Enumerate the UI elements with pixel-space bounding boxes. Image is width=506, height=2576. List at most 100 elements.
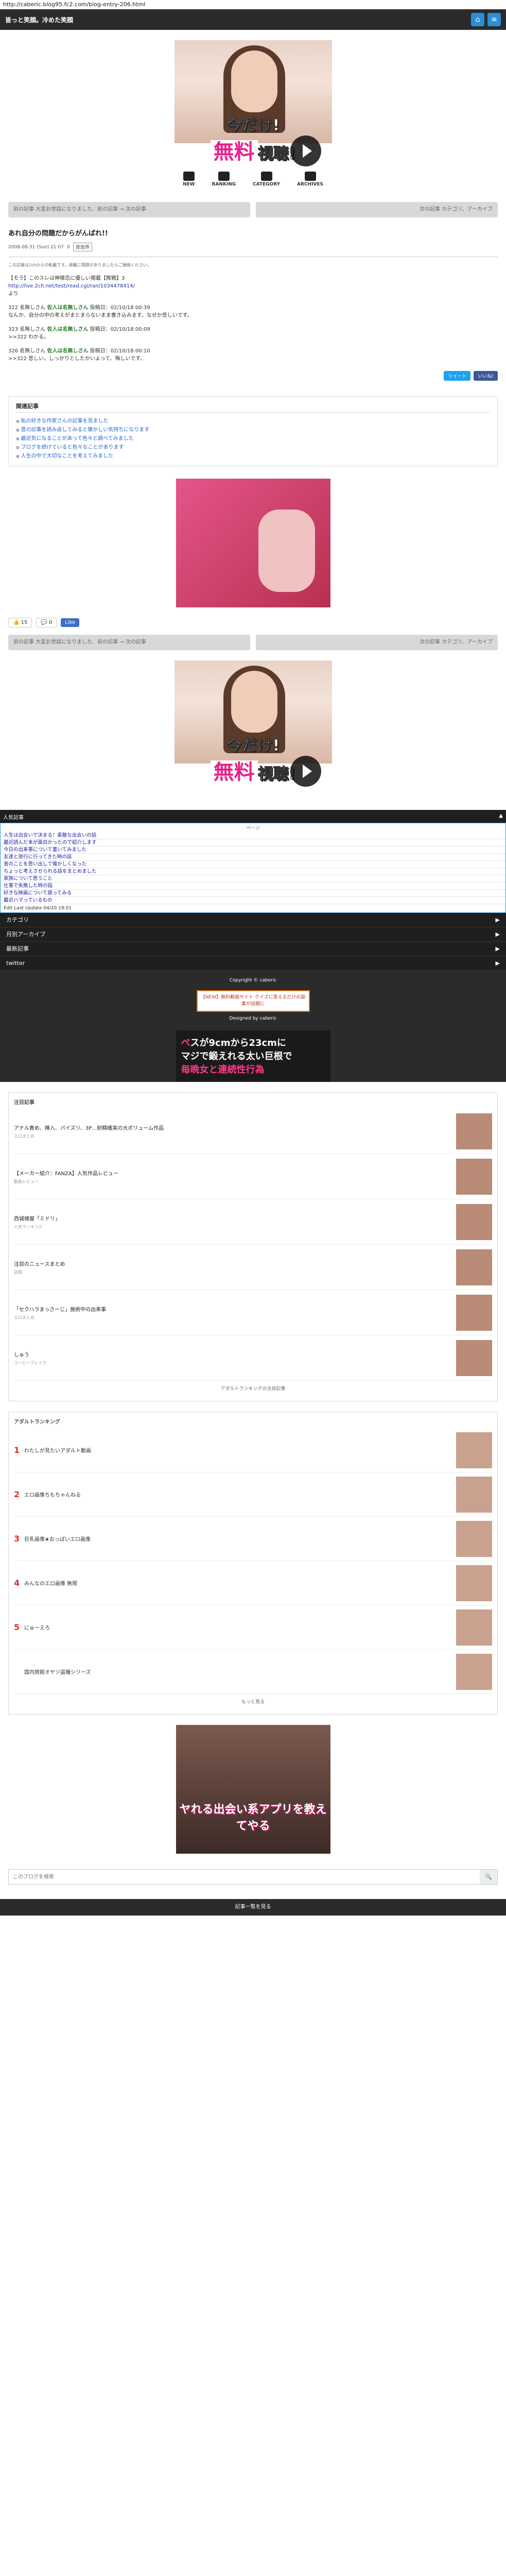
second-banner[interactable]: 今だけ! 無料 視聴! [174,660,332,794]
bottom-bar[interactable]: 記事一覧を見る [0,1899,506,1916]
blog-title[interactable]: 皆っと笑顔。冷めた笑顔 [5,15,468,24]
search-input[interactable] [9,1870,480,1884]
related-posts: 関連記事 私の好きな作家さんの記事を見ました 昔の記事を読み返してみると懐かしい… [8,396,498,466]
up-icon[interactable]: ▲ [499,813,503,821]
ranking-icon[interactable]: RANKING [212,172,236,187]
thumbnail [456,1432,492,1468]
footer: Copyright © caberic 【NEW】無料動画サイト クイズに答える… [0,971,506,1082]
article-meta: 2008-08-31 (Sun) 21:07 0 寄席界 [8,243,498,251]
rank-page[interactable]: ページ [1,823,505,832]
featured-item[interactable]: 「セクハラまっさーじ」施術中の出来事 エロまとめ [14,1290,492,1335]
top-banner[interactable]: 今だけ! 無料 視聴! NEW RANKING CATEGORY ARCHIVES [174,40,332,195]
share-buttons: ツイート いいね! [8,371,498,381]
source-link[interactable]: http://live.2ch.net/test/read.cgi/ran/10… [8,283,135,289]
footer-ad-1[interactable]: 【NEW】無料動画サイト クイズに答えるだけの副業が話題に [196,990,310,1012]
post-item: 322 名無しさん 佐人は名無しさん 投稿日：02/10/18 00:39 なん… [8,305,193,318]
rank-item[interactable]: 昔のことを思い出して懐かしくなった [1,861,505,868]
featured-item[interactable]: 注目のニュースまとめ 話題 [14,1245,492,1290]
designed-by: Designed by caberic [229,1016,277,1021]
category-icon[interactable]: CATEGORY [253,172,280,187]
home-icon[interactable]: ⌂ [471,13,484,26]
featured-title: 注目記事 [14,1100,34,1106]
next-post-button[interactable]: 次の記事 カテゴリ、アーカイブ [256,202,498,217]
menu-item-archive[interactable]: 月別アーカイブ ▶ [0,927,506,942]
new-icon[interactable]: NEW [183,172,195,187]
next-post-button[interactable]: 次の記事 カテゴリ、アーカイブ [256,635,498,650]
thumbnail [456,1565,492,1601]
menu-icon[interactable]: ≡ [487,13,501,26]
promo-image [258,510,315,592]
facebook-like-button[interactable]: いいね! [474,371,498,381]
rank-item[interactable]: ちょっと考えさせられる話をまとめました [1,868,505,875]
thumbnail [456,1520,492,1557]
rank-list: ページ 人生は出会いで決まる！素敵な出会いの話 最近読んだ本が面白かったので紹介… [0,823,506,913]
thumbnail [456,1249,492,1285]
featured-item[interactable]: 【メーカー紹介：FANZA】人気作品レビュー 動画レビュー [14,1154,492,1199]
copyright: Copyright © caberic [229,978,277,983]
menu-item-twitter[interactable]: twitter ▶ [0,956,506,971]
rank-item[interactable]: 最近ハマっているもの [1,897,505,904]
play-icon[interactable] [290,756,321,787]
ranking-item[interactable]: 5 にゅーえろ [14,1605,492,1650]
ranking-section: アダルトランキング 1 わたしが見たいアダルト動画 2 エロ画像ちもちゃんねる 3巨… [8,1412,498,1715]
ranking-item[interactable]: 国内旅館オヤジ盗撮シリーズ [14,1650,492,1694]
footer-menu: カテゴリ ▶ 月別アーカイブ ▶ 最新記事 ▶ twitter ▶ [0,913,506,971]
thumbnail [456,1158,492,1195]
post-item: 326 名無しさん 佐人は名無しさん 投稿日：02/10/18 00:10 >>… [8,348,150,362]
url-bar: http://caberic.blog95.fc2.com/blog-entry… [0,0,506,9]
like-count-button[interactable]: 👍 15 [8,618,32,628]
bottom-ad[interactable]: ヤれる出会い系アプリを教えてやる [176,1725,330,1854]
related-item[interactable]: 人生の中で大切なことを考えてみました [16,452,490,461]
bottom-ad-text: ヤれる出会い系アプリを教えてやる [179,1803,327,1833]
featured-item[interactable]: 西城様屋「ミドリ」 人気ランキング [14,1199,492,1245]
ranking-more-link[interactable]: もっと見る [14,1694,492,1709]
rank-header: 人気記事 ▲ [0,811,506,823]
featured-item[interactable]: しゅう コーヒーブレイク [14,1335,492,1381]
related-item[interactable]: ブログを続けていると色々なことがあります [16,443,490,452]
featured-more-link[interactable]: アダルトランキングの注目記事 [14,1381,492,1396]
article-title: あれ自分の問題だからがんばれ!! [8,230,108,238]
rank-item[interactable]: 最近読んだ本が面白かったので紹介します [1,839,505,846]
search-icon[interactable]: 🔍 [480,1870,497,1884]
nav-buttons: 前の記事 大変お世話になりました、前の記事 → 次の記事 次の記事 カテゴリ、ア… [8,202,498,217]
menu-item-category[interactable]: カテゴリ ▶ [0,913,506,927]
ranking-item[interactable]: 4 みんなのエロ画像 無限 [14,1561,492,1605]
promo-ad[interactable] [176,479,330,607]
rank-item[interactable]: 今日の出来事について書いてみました [1,846,505,854]
article-tag[interactable]: 寄席界 [73,243,92,251]
ranking-item[interactable]: 3 巨乳画像★おっぱいエロ画像 [14,1517,492,1561]
thumbnail [456,1294,492,1331]
rank-item[interactable]: 家族について思うこと [1,875,505,883]
featured-item[interactable]: アナル責め、挿入、パイズリ、3P…射精確実の大ボリューム作品 エロまとめ [14,1109,492,1154]
thumbnail [456,1340,492,1376]
ranking-item[interactable]: 2 エロ画像ちもちゃんねる [14,1472,492,1517]
ranking-item[interactable]: 1 わたしが見たいアダルト動画 [14,1428,492,1472]
comment-count-button[interactable]: 💬 0 [36,618,57,628]
rank-item[interactable]: 好きな映画について語ってみる [1,890,505,897]
related-item[interactable]: 最近気になることがあって色々と調べてみました [16,434,490,443]
related-item[interactable]: 私の好きな作家さんの記事を見ました [16,417,490,426]
play-icon[interactable] [290,135,321,166]
prev-post-button[interactable]: 前の記事 大変お世話になりました、前の記事 → 次の記事 [8,635,250,650]
related-item[interactable]: 昔の記事を読み返してみると懐かしい気持ちになります [16,426,490,434]
footer-ad-2[interactable]: ぺスが9cmから23cmに マジで鍛えれる太い巨根で 毎晩女と連続性行為 [176,1030,330,1082]
thumbnail [456,1204,492,1240]
thumbnail [456,1609,492,1646]
banner-icon-row: NEW RANKING CATEGORY ARCHIVES [175,172,332,187]
rank-item[interactable]: 人生は出会いで決まる！素敵な出会いの話 [1,832,505,839]
rank-item[interactable]: 仕事で失敗した時の話 [1,883,505,890]
menu-item-recent[interactable]: 最新記事 ▶ [0,942,506,956]
archives-icon[interactable]: ARCHIVES [297,172,323,187]
article-date: 2008-08-31 (Sun) 21:07 [8,244,64,250]
rank-item[interactable]: 友達と旅行に行ってきた時の話 [1,854,505,861]
search-bar: 🔍 [8,1869,498,1885]
prev-post-button[interactable]: 前の記事 大変お世話になりました、前の記事 → 次の記事 [8,202,250,217]
rank-section: 人気記事 ▲ ページ 人生は出会いで決まる！素敵な出会いの話 最近読んだ本が面白か… [0,810,506,913]
post-header: 【モラ】このスレは神様恋に優しい掲載【敗戦】3 http://live.2ch.… [8,276,135,297]
tweet-button[interactable]: ツイート [444,371,471,381]
fb-like-button[interactable]: Like [61,618,80,627]
featured-section: 注目記事 アナル責め、挿入、パイズリ、3P…射精確実の大ボリューム作品 エロまとめ… [8,1092,498,1401]
comment-count[interactable]: 0 [67,245,70,250]
article: あれ自分の問題だからがんばれ!! 2008-08-31 (Sun) 21:07 … [8,228,498,363]
thumbnail [456,1653,492,1690]
